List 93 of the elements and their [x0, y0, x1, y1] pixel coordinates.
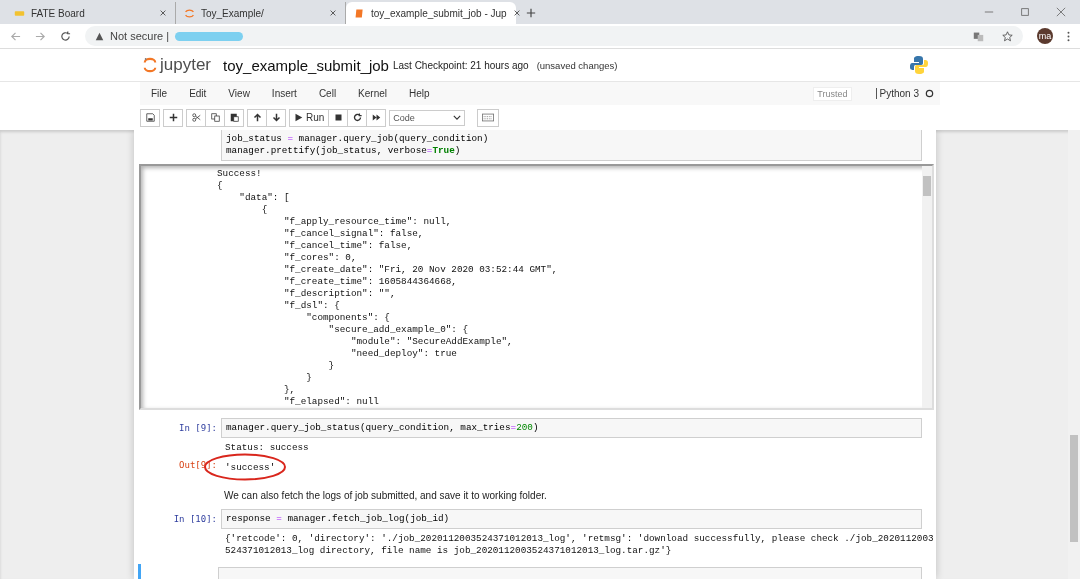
- code-input[interactable]: job_status = manager.query_job(query_condition) manager.prettify(job_status, verbose=True): [221, 130, 922, 161]
- output-line: "f_elapsed": null: [282, 396, 380, 408]
- star-icon[interactable]: [1002, 30, 1013, 42]
- output-line: "f_description": "",: [282, 288, 397, 300]
- close-icon[interactable]: [512, 9, 521, 17]
- plus-icon: [168, 113, 178, 122]
- restart-button[interactable]: [347, 108, 368, 127]
- output-line: "f_cancel_signal": false,: [282, 228, 425, 240]
- stop-icon: [333, 113, 343, 122]
- reload-icon[interactable]: [60, 30, 71, 42]
- python-logo-icon: [909, 55, 929, 75]
- menu-item[interactable]: Cell: [307, 88, 348, 99]
- trusted-indicator[interactable]: Trusted: [813, 86, 852, 101]
- keyboard-button[interactable]: [477, 108, 500, 127]
- browser-tab[interactable]: FATE Board: [6, 2, 176, 24]
- output-line: "f_dsl": {: [282, 300, 341, 312]
- security-label: Not secure |: [110, 30, 170, 42]
- redaction-mark: [175, 31, 244, 41]
- caret-icon: [453, 115, 462, 120]
- cut-button[interactable]: [186, 108, 206, 127]
- cell-type-dropdown[interactable]: Code: [389, 109, 466, 126]
- output-line: "components": {: [305, 312, 391, 324]
- menu-item[interactable]: Kernel: [347, 88, 398, 99]
- fastforward-button[interactable]: [366, 108, 387, 127]
- close-icon[interactable]: [1056, 7, 1066, 17]
- input-prompt: In [9]:: [179, 423, 217, 433]
- output-line: "f_create_date": "Fri, 20 Nov 2020 03:52:44 GMT",: [282, 264, 559, 276]
- output-line: "f_cores": 0,: [282, 252, 358, 264]
- menu-item[interactable]: File: [140, 88, 179, 99]
- paste-icon: [229, 113, 239, 122]
- menu-item[interactable]: View: [217, 88, 261, 99]
- output-line: }: [305, 372, 313, 384]
- forward-icon[interactable]: [35, 30, 46, 42]
- play-icon: [294, 113, 303, 122]
- new-tab-icon[interactable]: [526, 8, 536, 18]
- output-line: "f_apply_resource_time": null,: [282, 216, 453, 228]
- profile-avatar[interactable]: ma: [1037, 28, 1053, 44]
- address-field[interactable]: Not secure |: [85, 26, 1023, 46]
- scissors-icon: [191, 113, 201, 122]
- restart-icon: [352, 113, 362, 122]
- paste-button[interactable]: [224, 108, 244, 127]
- down-arrow-icon: [271, 113, 281, 122]
- output-line: }: [327, 360, 336, 372]
- menu-item[interactable]: Edit: [178, 88, 218, 99]
- checkpoint-label: Last Checkpoint: 21 hours ago: [392, 59, 529, 71]
- up-arrow-icon: [252, 113, 262, 122]
- up-button[interactable]: [247, 108, 267, 127]
- save-icon: [145, 113, 155, 122]
- output-line: "module": "SecureAddExample",: [349, 336, 514, 348]
- output-value: 'success': [225, 462, 277, 474]
- back-icon[interactable]: [10, 30, 21, 42]
- maximize-icon[interactable]: [1020, 7, 1030, 17]
- menu-item[interactable]: Insert: [260, 88, 308, 99]
- run-button[interactable]: Run: [289, 108, 330, 127]
- output-line: "need_deploy": true: [349, 348, 458, 360]
- notebook-icon: [354, 7, 365, 19]
- output-line: {'retcode': 0, 'directory': './job_2020112003524371012013_log', 'retmsg': 'download successfully, please check ./job_2020112003: [225, 533, 934, 545]
- save-button[interactable]: [140, 108, 160, 127]
- copy-icon: [210, 113, 220, 122]
- output-line: },: [282, 384, 297, 396]
- jupyter-logo-icon: [184, 7, 195, 19]
- output-line: "secure_add_example_0": {: [327, 324, 470, 336]
- stop-button[interactable]: [328, 108, 349, 127]
- warning-icon: [95, 31, 104, 41]
- code-input[interactable]: response = manager.fetch_job_log(job_id): [221, 509, 922, 529]
- fast-forward-icon: [371, 113, 381, 122]
- unsaved-label: (unsaved changes): [536, 59, 618, 71]
- close-icon[interactable]: [329, 9, 337, 17]
- output-line: 524371012013_log directory, file name is job_2020112003524371012013_log.tar.gz'}: [225, 545, 673, 557]
- kernel-name[interactable]: Python 3: [875, 88, 919, 99]
- menu-icon[interactable]: [1067, 30, 1070, 42]
- notebook-title[interactable]: toy_example_submit_job: [223, 56, 389, 74]
- plus-button[interactable]: [163, 108, 183, 127]
- down-button[interactable]: [266, 108, 286, 127]
- output-line: Success!: [217, 168, 263, 180]
- output-line: "f_cancel_time": false,: [282, 240, 414, 252]
- code-input[interactable]: manager.query_job_status(query_condition, max_tries=200): [221, 418, 922, 438]
- output-line: Status: success: [225, 442, 310, 454]
- input-prompt: In [10]:: [173, 514, 217, 524]
- output-line: "data": [: [238, 192, 291, 204]
- keyboard-icon: [482, 113, 495, 122]
- page-scrollbar[interactable]: [1068, 130, 1080, 579]
- kernel-idle-icon: [925, 89, 934, 98]
- jupyter-logo[interactable]: jupyter: [143, 55, 212, 75]
- scrollbar[interactable]: [922, 166, 932, 408]
- menu-item[interactable]: Help: [398, 88, 441, 99]
- output-line: {: [260, 204, 269, 216]
- translate-icon[interactable]: [973, 30, 984, 42]
- copy-button[interactable]: [205, 108, 225, 127]
- close-icon[interactable]: [159, 9, 167, 17]
- output-line: {: [217, 180, 224, 192]
- output-line: "f_create_time": 1605844364668,: [282, 276, 458, 288]
- markdown-text: We can also fetch the logs of job submitted, and save it to working folder.: [224, 490, 548, 501]
